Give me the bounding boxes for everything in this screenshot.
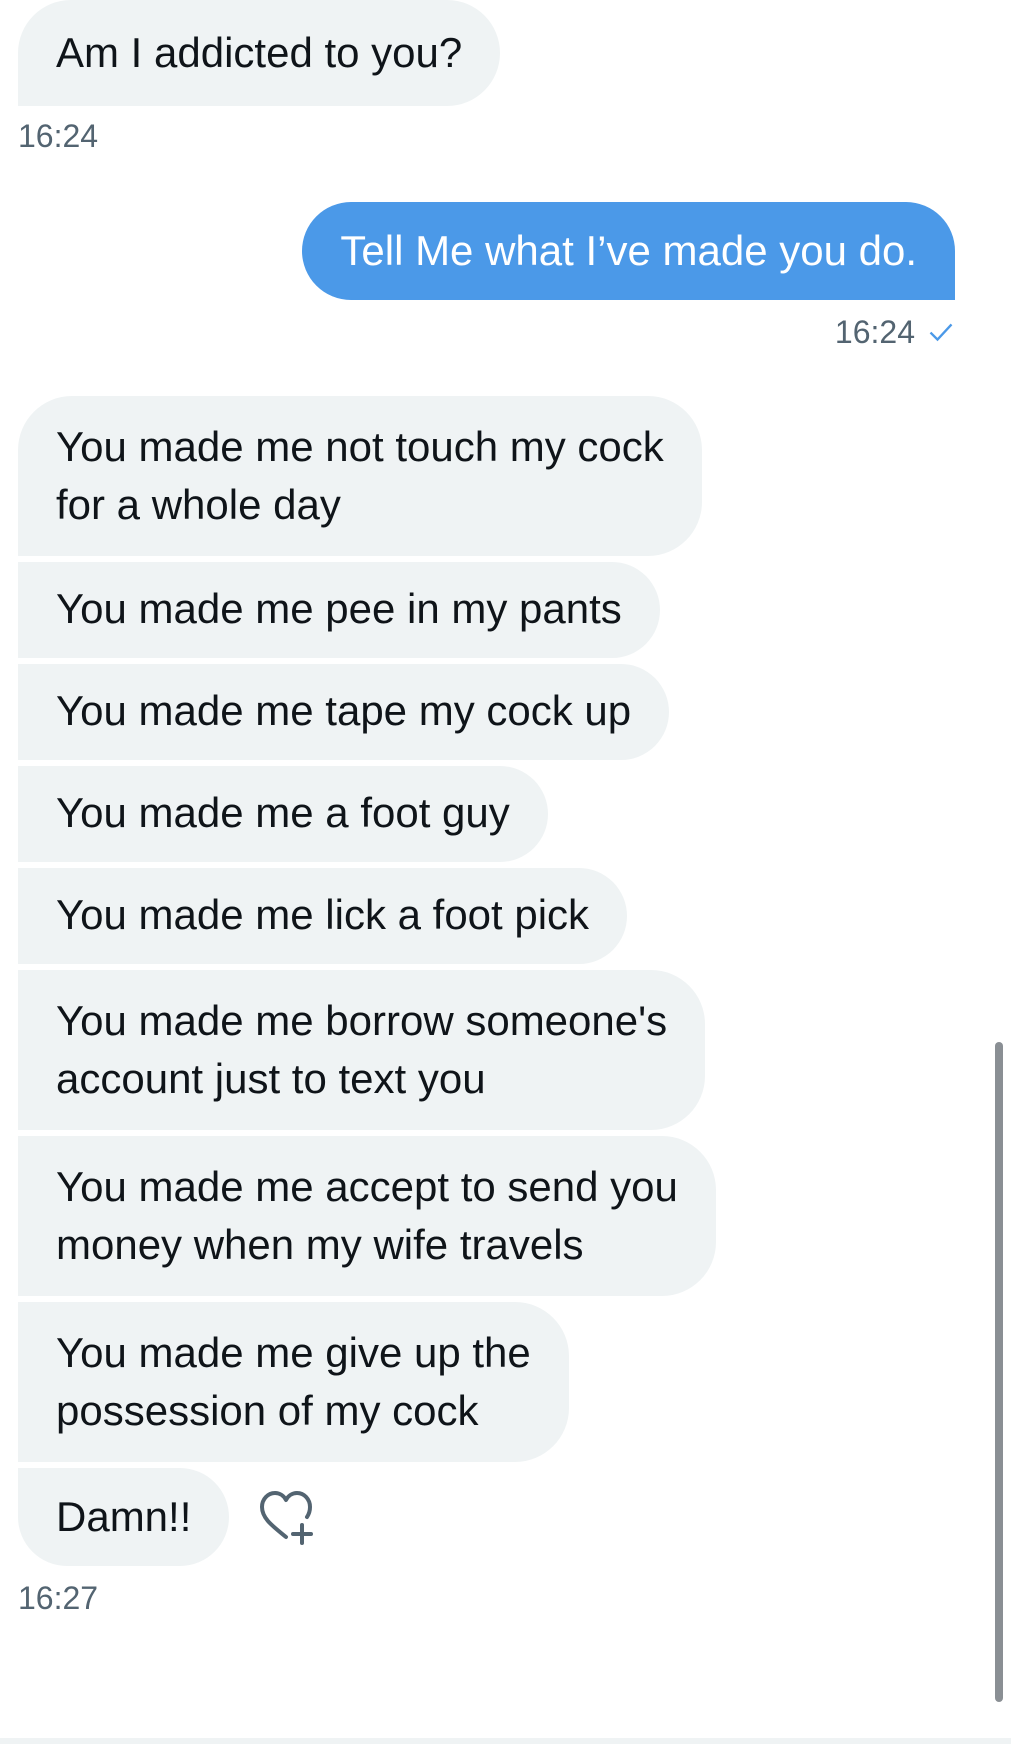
message-row: Damn!! xyxy=(18,1468,955,1566)
message-timestamp: 16:24 xyxy=(18,118,99,154)
message-row: You made me not touch my cock for a whol… xyxy=(18,396,955,556)
incoming-message[interactable]: You made me borrow someone's account jus… xyxy=(18,970,706,1130)
incoming-message[interactable]: You made me accept to send you money whe… xyxy=(18,1136,716,1296)
divider xyxy=(0,1738,1011,1744)
incoming-message[interactable]: You made me pee in my pants xyxy=(18,562,660,658)
add-reaction-button[interactable] xyxy=(251,1482,321,1552)
check-icon xyxy=(929,323,953,342)
message-row: You made me lick a foot pick xyxy=(18,868,955,964)
timestamp-row: 16:27 xyxy=(18,1578,955,1618)
message-row: You made me a foot guy xyxy=(18,766,955,862)
message-thread: Am I addicted to you? 16:24 Tell Me what… xyxy=(18,0,955,1618)
incoming-message[interactable]: Damn!! xyxy=(18,1468,230,1566)
message-row: You made me give up the possession of my… xyxy=(18,1302,955,1462)
incoming-message[interactable]: You made me lick a foot pick xyxy=(18,868,628,964)
incoming-message[interactable]: You made me tape my cock up xyxy=(18,664,670,760)
message-timestamp: 16:24 xyxy=(834,314,915,350)
message-row: You made me tape my cock up xyxy=(18,664,955,760)
incoming-message[interactable]: You made me give up the possession of my… xyxy=(18,1302,569,1462)
timestamp-row: 16:24 xyxy=(18,116,955,156)
incoming-message[interactable]: You made me a foot guy xyxy=(18,766,548,862)
outgoing-message[interactable]: Tell Me what I’ve made you do. xyxy=(302,202,955,300)
message-row: You made me pee in my pants xyxy=(18,562,955,658)
message-row: Am I addicted to you? xyxy=(18,0,955,106)
heart-plus-icon xyxy=(260,1491,314,1545)
incoming-message[interactable]: Am I addicted to you? xyxy=(18,0,501,106)
message-row: You made me accept to send you money whe… xyxy=(18,1136,955,1296)
timestamp-row: 16:24 xyxy=(18,312,955,352)
dm-conversation: Am I addicted to you? 16:24 Tell Me what… xyxy=(0,0,1011,1744)
incoming-message[interactable]: You made me not touch my cock for a whol… xyxy=(18,396,702,556)
message-row: Tell Me what I’ve made you do. xyxy=(18,202,955,300)
message-timestamp: 16:27 xyxy=(18,1580,99,1616)
message-row: You made me borrow someone's account jus… xyxy=(18,970,955,1130)
scrollbar[interactable] xyxy=(995,1042,1003,1702)
